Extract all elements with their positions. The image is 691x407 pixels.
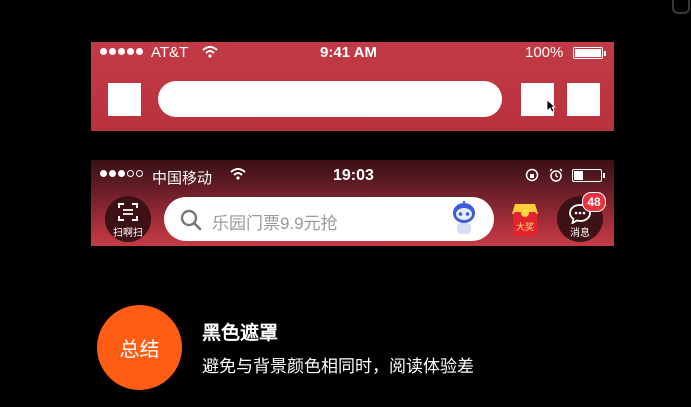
example-navbar-plain: AT&T 9:41 AM 100%: [91, 42, 614, 131]
search-icon: [180, 209, 202, 231]
robot-assistant-icon[interactable]: [450, 201, 478, 237]
summary-badge: 总结: [97, 305, 182, 390]
status-bar: 中国移动 19:03: [91, 160, 614, 188]
corner-logo-icon: [672, 0, 690, 14]
signal-strength-icon: [100, 170, 143, 177]
scan-icon: [118, 203, 138, 221]
mouse-cursor-icon: [546, 99, 556, 113]
status-bar: AT&T 9:41 AM 100%: [91, 42, 614, 64]
battery-percent: 100%: [525, 44, 564, 61]
left-placeholder-button[interactable]: [108, 83, 141, 116]
battery-icon: [572, 169, 605, 182]
search-bar-placeholder[interactable]: [158, 81, 502, 117]
messages-button[interactable]: 消息 48: [557, 192, 606, 242]
status-time: 9:41 AM: [320, 44, 377, 61]
battery-icon: [573, 47, 606, 59]
scan-button[interactable]: 扫啊扫: [105, 196, 151, 242]
rotation-lock-icon: [525, 168, 539, 182]
message-count-badge: 48: [582, 192, 606, 212]
summary-title: 黑色遮罩: [202, 323, 279, 344]
search-placeholder: 乐园门票9.9元抢: [212, 214, 338, 233]
wifi-icon: [230, 168, 246, 180]
wifi-icon: [202, 46, 218, 58]
right-placeholder-button-2[interactable]: [567, 83, 600, 116]
summary-description: 避免与背景颜色相同时，阅读体验差: [202, 357, 474, 376]
carrier-name: 中国移动: [152, 170, 213, 187]
signal-strength-icon: [100, 48, 143, 55]
status-time: 19:03: [333, 167, 374, 184]
alarm-icon: [549, 168, 563, 182]
red-packet-prize-button[interactable]: 大奖: [509, 200, 541, 238]
messages-label: 消息: [570, 228, 590, 239]
red-packet-label: 大奖: [515, 222, 534, 232]
carrier-name: AT&T: [151, 44, 189, 61]
example-navbar-dark-mask: 中国移动 19:03 扫啊扫 乐园门票9.9元抢 大奖 消息 48: [91, 160, 614, 246]
search-input[interactable]: 乐园门票9.9元抢: [164, 197, 494, 241]
scan-label: 扫啊扫: [113, 228, 143, 239]
